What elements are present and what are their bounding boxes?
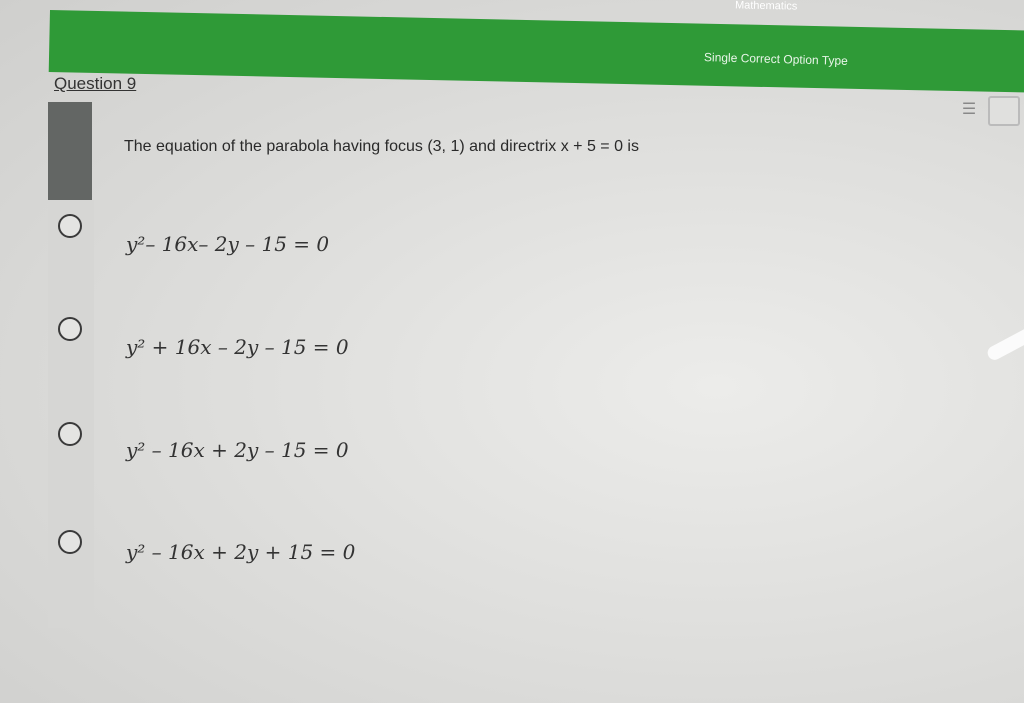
option-a[interactable]: y²– 16x– 2y – 15 = 0: [48, 210, 948, 310]
radio-button[interactable]: [58, 530, 82, 554]
radio-button[interactable]: [58, 422, 82, 446]
option-b[interactable]: y² + 16x – 2y – 15 = 0: [48, 313, 948, 413]
question-marker: [48, 102, 92, 200]
option-label: y²– 16x– 2y – 15 = 0: [126, 232, 330, 256]
radio-button[interactable]: [58, 214, 82, 238]
screen-glare: [985, 321, 1024, 363]
option-label: y² – 16x + 2y – 15 = 0: [126, 438, 349, 462]
option-d[interactable]: y² – 16x + 2y + 15 = 0: [48, 526, 948, 626]
question-text: The equation of the parabola having focu…: [124, 138, 639, 155]
radio-button[interactable]: [58, 317, 82, 341]
option-c[interactable]: y² – 16x + 2y – 15 = 0: [48, 418, 948, 518]
option-label: y² + 16x – 2y – 15 = 0: [126, 335, 349, 359]
question-number: Question 9: [54, 74, 137, 93]
subject-label: Mathematics: [734, 0, 798, 13]
header-bar: [48, 10, 1024, 93]
list-icon[interactable]: ☰: [958, 98, 980, 120]
option-label: y² – 16x + 2y + 15 = 0: [126, 540, 356, 564]
grid-icon[interactable]: [988, 96, 1020, 126]
